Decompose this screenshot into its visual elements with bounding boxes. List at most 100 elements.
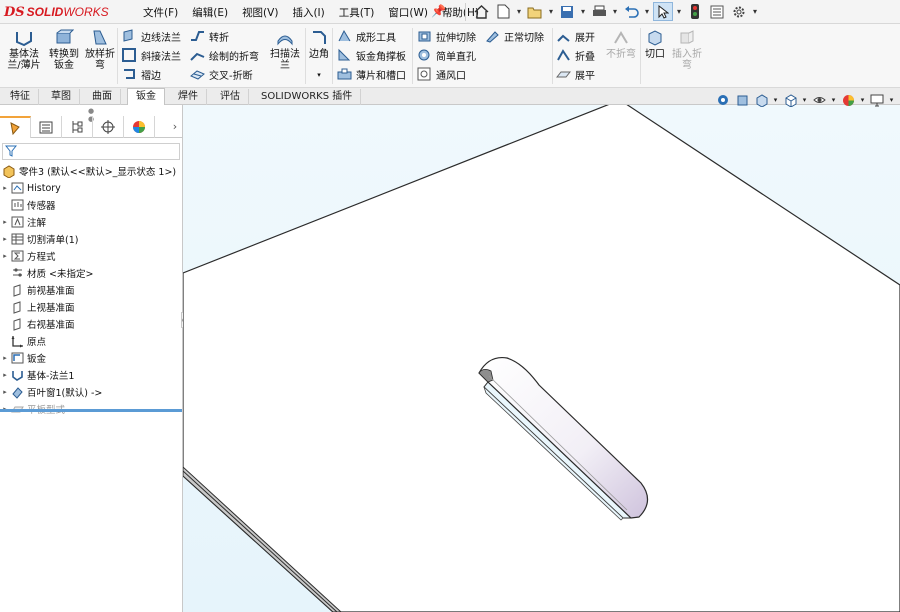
tree-item-annotations[interactable]: ▸ 注解: [0, 214, 46, 230]
zoom-to-fit-icon[interactable]: [715, 93, 731, 107]
extruded-cut-button[interactable]: 拉伸切除: [417, 27, 476, 45]
corners-button[interactable]: 边角 ▾: [306, 28, 332, 81]
pin-menu-icon[interactable]: 📌: [431, 4, 446, 18]
convert-sheetmetal-button[interactable]: 转换到 钣金: [44, 28, 84, 71]
chevron-down-icon[interactable]: ▾: [859, 93, 866, 107]
fold-button[interactable]: 折叠: [556, 46, 595, 64]
options-icon[interactable]: [707, 2, 727, 21]
base-flange-button[interactable]: 基体法 兰/薄片: [4, 28, 44, 71]
chevron-down-icon[interactable]: ▾: [643, 7, 651, 16]
tab-sheetmetal[interactable]: 钣金: [127, 88, 165, 105]
chevron-down-icon[interactable]: ▾: [317, 70, 321, 81]
display-manager-tab[interactable]: [124, 116, 155, 138]
section-view-icon[interactable]: [753, 93, 769, 107]
tree-item-equations[interactable]: ▸ 方程式: [0, 248, 56, 264]
expand-icon[interactable]: ▸: [0, 235, 10, 243]
panel-grip[interactable]: ● ●: [87, 107, 95, 123]
chevron-down-icon[interactable]: ▾: [547, 7, 555, 16]
menu-insert[interactable]: 插入(I): [285, 4, 331, 21]
graphics-viewport[interactable]: [183, 105, 900, 612]
view-orientation-icon[interactable]: [782, 93, 798, 107]
hem-button[interactable]: 褶边: [122, 65, 161, 83]
expand-icon[interactable]: ▸: [0, 354, 10, 362]
no-bends-button[interactable]: 不折弯: [604, 28, 638, 60]
chevron-down-icon[interactable]: ▾: [579, 7, 587, 16]
chevron-down-icon[interactable]: ▾: [801, 93, 808, 107]
print-icon[interactable]: [589, 2, 609, 21]
chevron-down-icon[interactable]: ▾: [675, 7, 683, 16]
tree-item-right-plane[interactable]: 右视基准面: [0, 316, 75, 332]
feature-manager-tab[interactable]: [0, 116, 31, 138]
miter-flange-button[interactable]: 斜接法兰: [122, 46, 181, 64]
tree-item-sheetmetal[interactable]: ▸ 钣金: [0, 350, 46, 366]
tab-sketch[interactable]: 草图: [43, 89, 80, 105]
tab-evaluate[interactable]: 评估: [212, 89, 249, 105]
tab-surfaces[interactable]: 曲面: [84, 89, 121, 105]
expand-icon[interactable]: ▸: [0, 252, 10, 260]
settings-icon[interactable]: [729, 2, 749, 21]
flatten-button[interactable]: 展平: [556, 65, 595, 83]
tab-solidworks-addins[interactable]: SOLIDWORKS 插件: [253, 89, 362, 105]
tree-item-cut-list[interactable]: ▸ 切割清单(1): [0, 231, 78, 247]
traffic-light-icon[interactable]: [685, 2, 705, 21]
configuration-manager-tab[interactable]: [62, 116, 93, 138]
panel-splitter[interactable]: [0, 409, 182, 412]
display-monitor-icon[interactable]: [869, 93, 885, 107]
lofted-bend-button[interactable]: 放样折 弯: [80, 28, 120, 71]
menu-view[interactable]: 视图(V): [235, 4, 285, 21]
chevron-right-icon[interactable]: ›: [168, 116, 182, 137]
previous-view-icon[interactable]: [734, 93, 750, 107]
vent-button[interactable]: 通风口: [417, 65, 466, 83]
dimxpert-manager-tab[interactable]: [93, 116, 124, 138]
tree-filter-input[interactable]: [2, 143, 180, 160]
save-icon[interactable]: [557, 2, 577, 21]
tab-features[interactable]: 特征: [2, 89, 39, 105]
chevron-down-icon[interactable]: ▾: [772, 93, 779, 107]
expand-icon[interactable]: ▸: [0, 218, 10, 226]
tab-and-slot-button[interactable]: 薄片和槽口: [337, 65, 406, 83]
tree-item-front-plane[interactable]: 前视基准面: [0, 282, 75, 298]
tab-weldments[interactable]: 焊件: [170, 89, 207, 105]
undo-icon[interactable]: [621, 2, 641, 21]
hide-show-icon[interactable]: [811, 93, 827, 107]
forming-tool-button[interactable]: 成形工具: [337, 27, 396, 45]
tree-item-louver1[interactable]: ▸ 百叶窗1(默认) ->: [0, 384, 102, 400]
home-icon[interactable]: [471, 2, 491, 21]
cross-break-button[interactable]: 交叉-折断: [190, 65, 253, 83]
select-icon[interactable]: [653, 2, 673, 21]
expand-icon[interactable]: ▸: [0, 371, 10, 379]
menu-window[interactable]: 窗口(W): [381, 4, 435, 21]
tree-item-history[interactable]: ▸ History: [0, 180, 61, 196]
new-icon[interactable]: [493, 2, 513, 21]
tree-item-origin[interactable]: 原点: [0, 333, 46, 349]
menu-file[interactable]: 文件(F): [136, 4, 185, 21]
sketched-bend-button[interactable]: 绘制的折弯: [190, 46, 259, 64]
menu-edit[interactable]: 编辑(E): [185, 4, 235, 21]
unfold-button[interactable]: 展开: [556, 27, 595, 45]
expand-icon[interactable]: ▸: [0, 388, 10, 396]
chevron-down-icon[interactable]: ▾: [830, 93, 837, 107]
open-icon[interactable]: [525, 2, 545, 21]
appearance-icon[interactable]: [840, 93, 856, 107]
rip-button[interactable]: 切口: [642, 28, 668, 60]
tree-item-top-plane[interactable]: 上视基准面: [0, 299, 75, 315]
chevron-down-icon[interactable]: ▾: [888, 93, 895, 107]
chevron-down-icon[interactable]: ▾: [515, 7, 523, 16]
insert-bends-button[interactable]: 插入折 弯: [668, 28, 706, 71]
expand-icon[interactable]: ▸: [0, 184, 10, 192]
normal-cut-button[interactable]: 正常切除: [485, 27, 544, 45]
sheetmetal-gusset-button[interactable]: 钣金角撑板: [337, 46, 406, 64]
simple-hole-button[interactable]: 简单直孔: [417, 46, 476, 64]
swept-flange-button[interactable]: 扫描法 兰: [266, 28, 304, 71]
tree-root-part[interactable]: 零件3 (默认<<默认>_显示状态 1>): [2, 163, 176, 179]
menu-tools[interactable]: 工具(T): [332, 4, 382, 21]
jog-button[interactable]: 转折: [190, 27, 229, 45]
tree-item-base-flange1[interactable]: ▸ 基体-法兰1: [0, 367, 74, 383]
tree-item-sensors[interactable]: 传感器: [0, 197, 56, 213]
chevron-down-icon[interactable]: ▾: [751, 7, 759, 16]
chevron-down-icon[interactable]: ▾: [611, 7, 619, 16]
tree-item-material[interactable]: 材质 <未指定>: [0, 265, 93, 281]
edge-flange-button[interactable]: 边线法兰: [122, 27, 181, 45]
property-manager-tab[interactable]: [31, 116, 62, 138]
lofted-bend-icon: [90, 28, 110, 48]
